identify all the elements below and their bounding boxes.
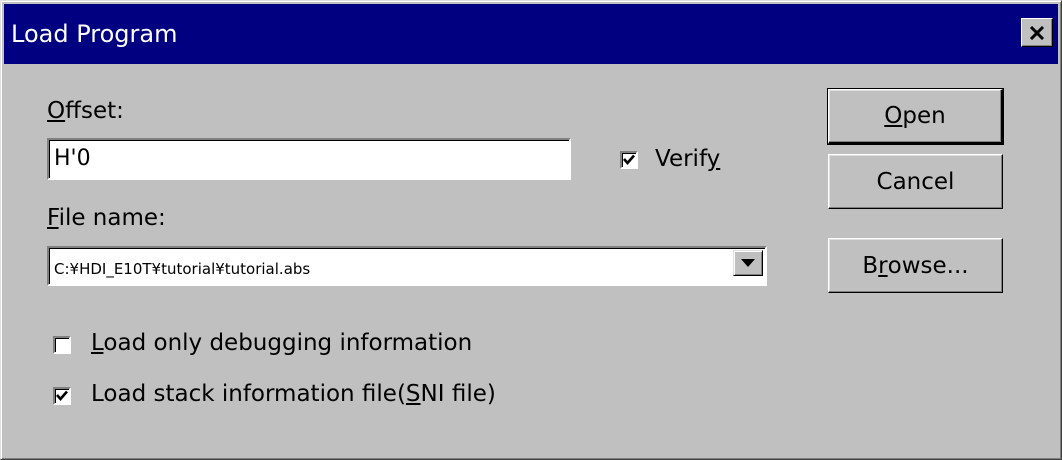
open-button[interactable]: Open [827, 88, 1004, 145]
file-name-label: File name: [47, 205, 166, 231]
load-program-dialog: Load Program Offset: H'0 Verify File nam… [0, 0, 1062, 460]
verify-label[interactable]: Verify [655, 145, 720, 173]
load-sni-file-checkbox[interactable] [53, 387, 71, 405]
title-bar[interactable]: Load Program [4, 4, 1058, 64]
verify-checkbox[interactable] [620, 151, 638, 169]
file-name-value: C:¥HDI_E10T¥tutorial¥tutorial.abs [54, 260, 311, 278]
browse-button[interactable]: Br owse... [828, 238, 1003, 293]
load-debug-info-label[interactable]: Load only debugging information [91, 329, 472, 357]
window-title: Load Program [11, 20, 178, 48]
offset-label: Offset: [47, 98, 124, 124]
offset-value: H'0 [54, 146, 91, 171]
file-name-dropdown-button[interactable] [733, 250, 763, 276]
load-debug-info-checkbox[interactable] [53, 336, 71, 354]
cancel-button[interactable]: Cancel [828, 154, 1003, 209]
chevron-down-icon [741, 259, 755, 267]
checkmark-icon [623, 154, 635, 165]
close-icon [1029, 25, 1045, 40]
checkmark-icon [56, 390, 68, 401]
load-sni-file-label[interactable]: Load stack information file(SNI file) [91, 380, 496, 408]
close-button[interactable] [1021, 18, 1053, 47]
file-name-combobox[interactable]: C:¥HDI_E10T¥tutorial¥tutorial.abs [47, 246, 767, 286]
offset-input[interactable]: H'0 [47, 138, 571, 180]
